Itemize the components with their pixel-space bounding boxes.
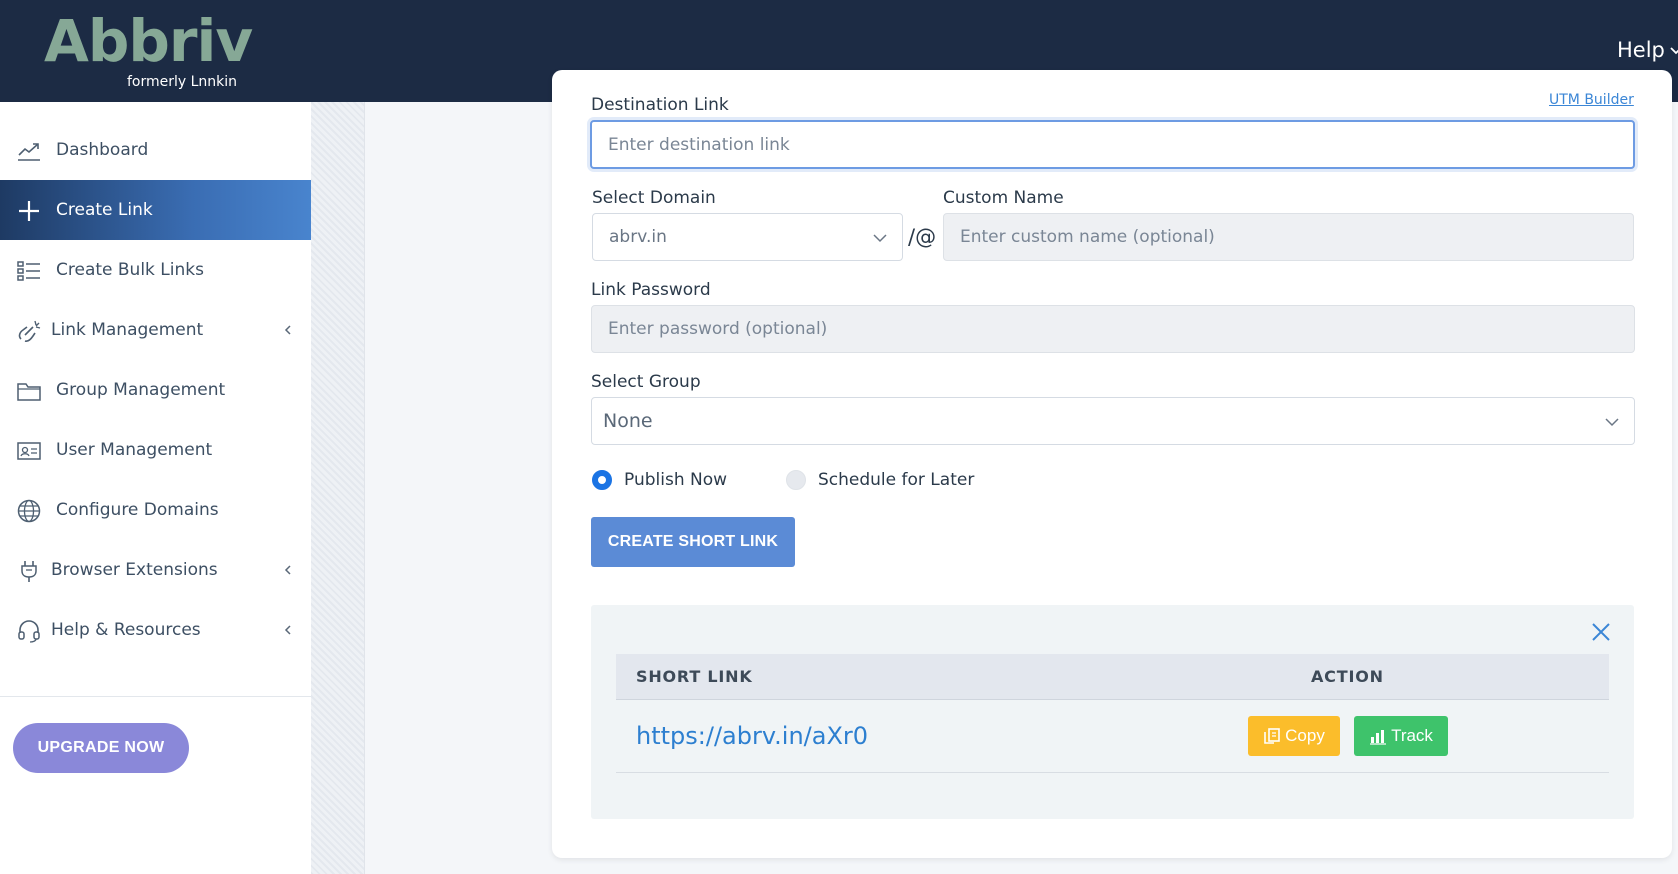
copy-button[interactable]: Copy: [1248, 716, 1340, 756]
globe-icon: [17, 499, 41, 523]
sidebar-item-dashboard[interactable]: Dashboard: [0, 120, 311, 180]
sidebar-item-create-bulk-links[interactable]: Create Bulk Links: [0, 240, 311, 300]
sidebar-item-browser-extensions[interactable]: Browser Extensions: [0, 540, 311, 600]
sidebar-divider: [0, 696, 311, 697]
headset-icon: [18, 620, 40, 643]
link-password-label: Link Password: [591, 280, 711, 300]
sidebar-item-label: Configure Domains: [56, 500, 219, 520]
group-selected-value: None: [603, 410, 653, 432]
copy-icon: [1264, 728, 1280, 744]
track-button[interactable]: Track: [1354, 716, 1448, 756]
logo-subtitle: formerly Lnnkin: [127, 74, 238, 90]
sidebar-item-user-management[interactable]: User Management: [0, 420, 311, 480]
custom-name-input[interactable]: [943, 213, 1634, 261]
radio-unselected-indicator[interactable]: [786, 470, 806, 490]
domain-select[interactable]: abrv.in: [592, 213, 903, 261]
schedule-later-label: Schedule for Later: [818, 470, 975, 490]
sidebar-gutter: [311, 102, 365, 874]
sidebar-item-label: Create Link: [56, 200, 153, 220]
create-short-link-button[interactable]: CREATE SHORT LINK: [591, 517, 795, 567]
copy-label: Copy: [1285, 726, 1325, 745]
sidebar-item-label: Help & Resources: [51, 620, 201, 640]
chevron-left-icon: [284, 625, 291, 635]
track-label: Track: [1391, 726, 1433, 745]
upgrade-now-button[interactable]: UPGRADE NOW: [13, 723, 189, 773]
sidebar-item-help-resources[interactable]: Help & Resources: [0, 600, 311, 660]
sidebar-item-label: Create Bulk Links: [56, 260, 204, 280]
folder-icon: [17, 383, 41, 401]
help-label: Help: [1617, 38, 1665, 62]
schedule-later-radio[interactable]: Schedule for Later: [786, 470, 974, 490]
short-link-url[interactable]: https://abrv.in/aXr0: [636, 722, 868, 750]
destination-link-input[interactable]: [590, 120, 1635, 169]
logo-text: Abbriv: [44, 7, 253, 75]
chevron-down-icon: [873, 234, 887, 243]
plug-icon: [21, 561, 37, 582]
publish-now-radio[interactable]: Publish Now: [592, 470, 727, 490]
radio-selected-indicator[interactable]: [592, 470, 612, 490]
utm-builder-link[interactable]: UTM Builder: [1549, 92, 1634, 108]
domain-separator: /@: [908, 225, 937, 249]
chevron-down-icon: [1670, 47, 1678, 55]
close-icon[interactable]: [1590, 621, 1612, 643]
bar-chart-icon: [1370, 730, 1387, 745]
trend-chart-icon: [18, 143, 40, 161]
destination-link-label: Destination Link: [591, 95, 729, 115]
link-edit-icon: [18, 320, 41, 342]
sidebar-item-label: Dashboard: [56, 140, 149, 160]
column-header-short-link: SHORT LINK: [636, 667, 753, 686]
table-row: https://abrv.in/aXr0 Copy Track: [616, 700, 1609, 773]
sidebar-item-label: Link Management: [51, 320, 204, 340]
column-header-action: ACTION: [1311, 667, 1384, 686]
domain-selected-value: abrv.in: [609, 227, 667, 247]
chevron-left-icon: [284, 325, 291, 335]
result-table-header: SHORT LINK ACTION: [616, 654, 1609, 700]
group-select[interactable]: None: [591, 397, 1635, 445]
abbriv-logo[interactable]: Abbriv formerly Lnnkin: [44, 8, 254, 98]
help-menu[interactable]: Help: [1617, 38, 1678, 62]
sidebar-item-label: Browser Extensions: [51, 560, 218, 580]
select-group-label: Select Group: [591, 372, 701, 392]
sidebar-item-label: Group Management: [56, 380, 226, 400]
list-icon: [17, 261, 40, 281]
custom-name-label: Custom Name: [943, 188, 1064, 208]
chevron-down-icon: [1605, 418, 1619, 427]
sidebar-item-configure-domains[interactable]: Configure Domains: [0, 480, 311, 540]
select-domain-label: Select Domain: [592, 188, 716, 208]
sidebar: Dashboard Create Link Create Bulk Links …: [0, 102, 321, 874]
id-card-icon: [17, 442, 41, 460]
sidebar-item-label: User Management: [56, 440, 213, 460]
sidebar-item-group-management[interactable]: Group Management: [0, 360, 311, 420]
sidebar-item-create-link[interactable]: Create Link: [0, 180, 321, 240]
sidebar-item-link-management[interactable]: Link Management: [0, 300, 311, 360]
publish-now-label: Publish Now: [624, 470, 728, 490]
chevron-left-icon: [284, 565, 291, 575]
plus-icon: [19, 201, 39, 221]
link-password-input[interactable]: [591, 305, 1635, 353]
